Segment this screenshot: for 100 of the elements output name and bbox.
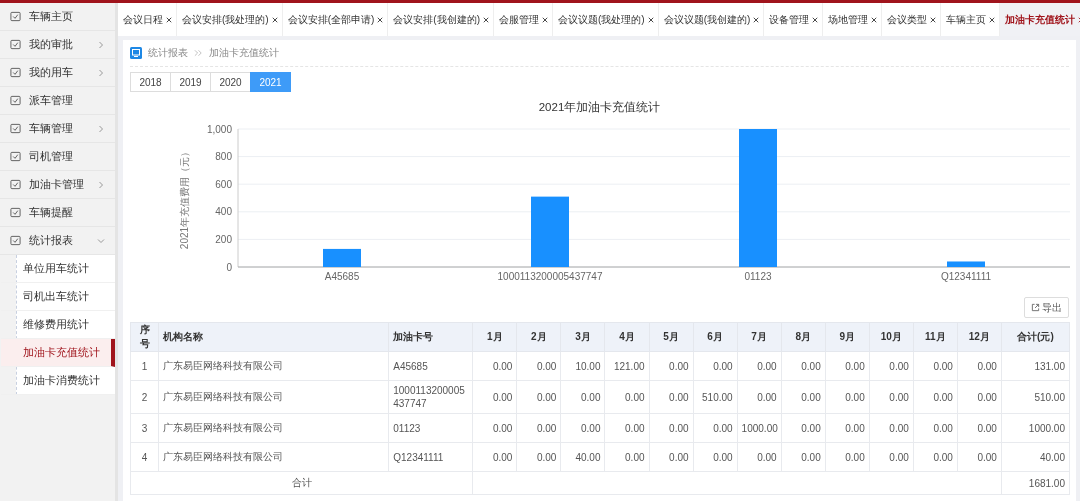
year-tab[interactable]: 2020: [210, 72, 251, 92]
close-icon[interactable]: [647, 16, 654, 23]
table-cell: 131.00: [1001, 351, 1070, 381]
close-icon[interactable]: [930, 16, 937, 23]
chart-report-icon: [130, 47, 142, 59]
submenu-item[interactable]: 加油卡充值统计: [1, 339, 115, 367]
table-cell: 0.00: [781, 442, 826, 472]
table-cell: 0.00: [913, 413, 958, 443]
table-cell: 0.00: [957, 413, 1002, 443]
table-cell: 40.00: [560, 442, 605, 472]
y-axis-label: 2021年充值费用（元）: [179, 146, 190, 250]
table-cell: 2: [130, 380, 159, 414]
close-icon[interactable]: [483, 16, 489, 23]
tab[interactable]: 会议安排(我创建的): [388, 3, 494, 36]
year-tab[interactable]: 2018: [130, 72, 171, 92]
close-icon[interactable]: [542, 16, 548, 23]
total-value: 1681.00: [1001, 471, 1070, 495]
double-chevron-icon: [194, 49, 203, 57]
sidebar-item[interactable]: 司机管理: [0, 143, 115, 171]
table-cell: 40.00: [1001, 442, 1070, 472]
menu-icon: [10, 39, 21, 50]
x-tick-label: 01123: [744, 271, 772, 282]
table-cell: 0.00: [472, 413, 517, 443]
table-cell: 0.00: [604, 380, 649, 414]
close-icon[interactable]: [271, 16, 278, 23]
sidebar-item[interactable]: 我的用车: [0, 59, 115, 87]
export-button[interactable]: 导出: [1024, 297, 1069, 318]
table-cell: 0.00: [560, 380, 605, 414]
table-cell: 0.00: [957, 380, 1002, 414]
submenu-item[interactable]: 单位用车统计: [1, 255, 115, 283]
table-cell: 0.00: [516, 351, 561, 381]
y-tick-label: 1,000: [206, 123, 232, 135]
table-cell: 0.00: [825, 413, 870, 443]
y-tick-label: 800: [215, 151, 232, 163]
column-header: 1月: [472, 322, 517, 352]
table-cell: 4: [130, 442, 159, 472]
table-cell: 0.00: [869, 413, 914, 443]
table-cell: 0.00: [649, 442, 694, 472]
column-header: 10月: [869, 322, 914, 352]
table-cell: 1000.00: [1001, 413, 1070, 443]
year-tab[interactable]: 2019: [170, 72, 211, 92]
bar: [323, 248, 361, 267]
table-cell: 1000113200005437747: [388, 380, 473, 414]
table-cell: 0.00: [516, 442, 561, 472]
table-cell: 0.00: [737, 380, 782, 414]
table-cell: 0.00: [472, 442, 517, 472]
column-header: 机构名称: [158, 322, 389, 352]
table-cell: 0.00: [649, 413, 694, 443]
close-icon[interactable]: [989, 16, 996, 23]
close-icon[interactable]: [377, 16, 384, 23]
bar: [531, 196, 569, 267]
column-header: 6月: [693, 322, 738, 352]
column-header: 12月: [957, 322, 1002, 352]
sidebar-item[interactable]: 车辆提醒: [0, 199, 115, 227]
tab[interactable]: 会议日程: [118, 3, 177, 36]
menu-icon: [10, 123, 21, 134]
table-cell: 0.00: [869, 351, 914, 381]
table-cell: Q12341111: [388, 442, 473, 472]
tab[interactable]: 会议议题(我处理的): [553, 3, 659, 36]
submenu-item[interactable]: 加油卡消费统计: [1, 367, 115, 395]
tab[interactable]: 会议类型: [882, 3, 942, 36]
submenu-item[interactable]: 司机出车统计: [1, 283, 115, 311]
column-header: 2月: [516, 322, 561, 352]
tab[interactable]: 场地管理: [823, 3, 883, 36]
column-header: 11月: [913, 322, 958, 352]
tab[interactable]: 加油卡充值统计: [1000, 3, 1080, 36]
column-header: 序号: [130, 322, 159, 352]
table-cell: 0.00: [472, 351, 517, 381]
close-icon[interactable]: [166, 16, 172, 23]
table-cell: 0.00: [825, 351, 870, 381]
sidebar-item[interactable]: 我的审批: [0, 31, 115, 59]
x-tick-label: 1000113200005437747: [497, 271, 603, 282]
menu-icon: [10, 67, 21, 78]
sidebar-item[interactable]: 车辆主页: [0, 3, 115, 31]
column-header: 加油卡号: [388, 322, 473, 352]
breadcrumb-item[interactable]: 统计报表: [148, 46, 188, 60]
column-header: 9月: [825, 322, 870, 352]
sidebar-item[interactable]: 车辆管理: [0, 115, 115, 143]
close-icon[interactable]: [753, 16, 760, 23]
table-cell: A45685: [388, 351, 473, 381]
chevron-icon: [97, 124, 105, 133]
close-icon[interactable]: [812, 16, 819, 23]
table-cell: 0.00: [913, 380, 958, 414]
table-cell: 1000.00: [737, 413, 782, 443]
tab[interactable]: 会议安排(我处理的): [177, 3, 283, 36]
sidebar-item[interactable]: 派车管理: [0, 87, 115, 115]
sidebar-item[interactable]: 加油卡管理: [0, 171, 115, 199]
table-cell: 0.00: [825, 442, 870, 472]
close-icon[interactable]: [871, 16, 878, 23]
table-cell: 0.00: [737, 442, 782, 472]
table-cell: 0.00: [781, 413, 826, 443]
tab[interactable]: 会服管理: [494, 3, 553, 36]
tab[interactable]: 会议安排(全部申请): [282, 3, 389, 36]
table-cell: 广东易臣网络科技有限公司: [158, 442, 389, 472]
bar: [947, 261, 985, 267]
tab[interactable]: 设备管理: [764, 3, 824, 36]
table-cell: 0.00: [693, 413, 738, 443]
table-cell: 0.00: [604, 413, 649, 443]
chevron-icon: [97, 40, 105, 49]
tab[interactable]: 会议议题(我创建的): [658, 3, 765, 36]
